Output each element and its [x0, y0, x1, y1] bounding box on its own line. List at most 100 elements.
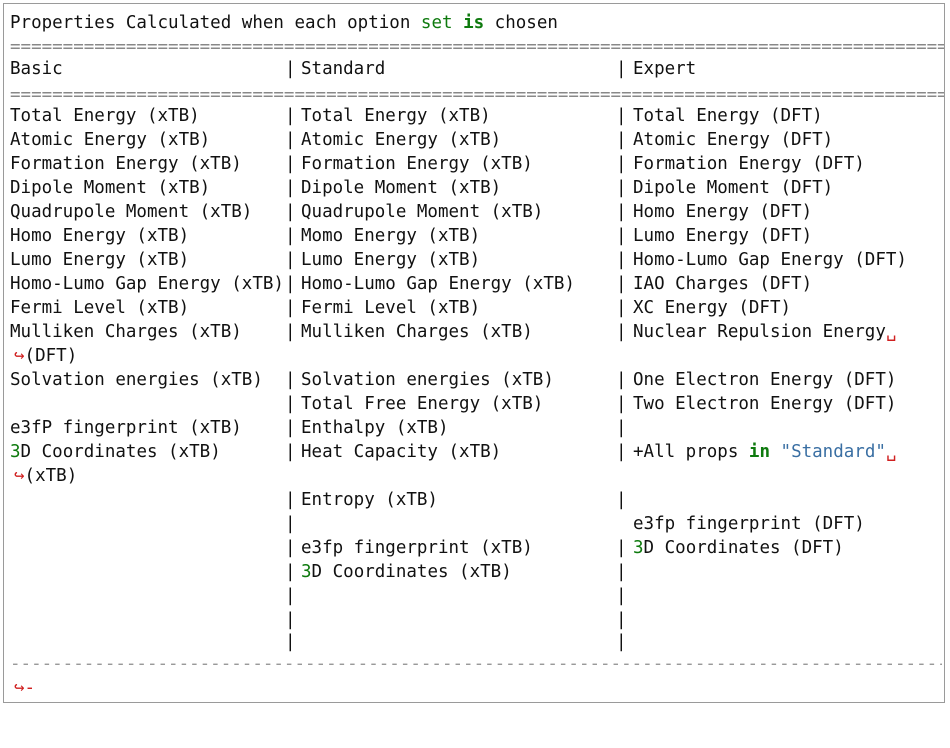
table-row: 3D Coordinates (xTB) | Heat Capacity (xT…: [4, 440, 944, 464]
column-separator: |: [616, 106, 627, 126]
cell-basic: Mulliken Charges (xTB): [10, 322, 242, 342]
line-wrap-marker: ␣: [885, 442, 897, 462]
code-block: Properties Calculated when each option s…: [3, 3, 945, 703]
table-row: Dipole Moment (xTB) | Dipole Moment (xTB…: [4, 176, 944, 200]
column-separator: |: [616, 130, 627, 150]
column-separator: |: [285, 632, 296, 652]
cell-basic: Lumo Energy (xTB): [10, 250, 190, 270]
cell-expert: Two Electron Energy (DFT): [633, 394, 897, 414]
cell-standard: Fermi Level (xTB): [301, 298, 481, 318]
cell-standard: Momo Energy (xTB): [301, 226, 481, 246]
cell-basic: (DFT): [24, 346, 78, 366]
column-separator: |: [616, 226, 627, 246]
cell-basic: Homo-Lumo Gap Energy (xTB): [10, 274, 284, 294]
header-row: Basic | Standard | Expert: [4, 57, 944, 81]
column-separator: |: [616, 632, 627, 652]
table-row: | Entropy (xTB) |: [4, 488, 944, 512]
cell-expert: Total Energy (DFT): [633, 106, 823, 126]
title-text: Properties Calculated when each option: [10, 13, 421, 33]
table-row: Total Energy (xTB) | Total Energy (xTB) …: [4, 104, 944, 128]
cell-expert: One Electron Energy (DFT): [633, 370, 897, 390]
cell-basic: Solvation energies (xTB): [10, 370, 263, 390]
cell-expert: Dipole Moment (DFT): [633, 178, 834, 198]
column-separator: |: [285, 442, 296, 462]
title-suffix: chosen: [484, 13, 558, 33]
column-separator: |: [616, 562, 627, 582]
column-separator: |: [616, 154, 627, 174]
column-separator: |: [285, 586, 296, 606]
column-separator: |: [616, 538, 627, 558]
column-separator: |: [285, 202, 296, 222]
cell-expert: Formation Energy (DFT): [633, 154, 865, 174]
column-separator: |: [285, 250, 296, 270]
dashed-rule-bottom: ----------------------------------------…: [10, 658, 942, 670]
table-row-continuation: ↪(xTB): [4, 464, 944, 488]
cell-standard: Dipole Moment (xTB): [301, 178, 502, 198]
numeral: 3: [301, 562, 312, 582]
cell-standard: Total Energy (xTB): [301, 106, 491, 126]
cell-standard: Atomic Energy (xTB): [301, 130, 502, 150]
table-row: | e3fp fingerprint (DFT): [4, 512, 944, 536]
numeral: 3: [633, 538, 644, 558]
keyword-set: set: [420, 13, 453, 33]
column-separator: |: [616, 322, 627, 342]
cell-standard: Quadrupole Moment (xTB): [301, 202, 544, 222]
column-separator: |: [616, 59, 627, 79]
cell-basic: Atomic Energy (xTB): [10, 130, 211, 150]
cell-standard: Solvation energies (xTB): [301, 370, 554, 390]
header-standard: Standard: [301, 59, 386, 79]
column-separator: |: [616, 250, 627, 270]
column-separator: |: [285, 322, 296, 342]
cell-standard: Lumo Energy (xTB): [301, 250, 481, 270]
table-row: e3fP fingerprint (xTB) | Enthalpy (xTB) …: [4, 416, 944, 440]
column-separator: |: [285, 154, 296, 174]
cell-basic: (xTB): [24, 466, 78, 486]
string-literal: "Standard": [780, 442, 886, 462]
cell-expert: Atomic Energy (DFT): [633, 130, 834, 150]
table-row: | Total Free Energy (xTB) | Two Electron…: [4, 392, 944, 416]
column-separator: |: [285, 370, 296, 390]
table-row: | |: [4, 630, 944, 654]
cell-standard: e3fp fingerprint (xTB): [301, 538, 533, 558]
column-separator: |: [285, 226, 296, 246]
double-rule-header: ========================================…: [10, 90, 944, 100]
cell-basic: Formation Energy (xTB): [10, 154, 242, 174]
cell-expert: Homo-Lumo Gap Energy (DFT): [633, 250, 907, 270]
double-rule-top: ========================================…: [10, 42, 944, 52]
column-separator: |: [616, 610, 627, 630]
column-separator: |: [285, 562, 296, 582]
column-separator: |: [285, 418, 296, 438]
column-separator: |: [285, 490, 296, 510]
line-wrap-marker: ␣: [885, 322, 897, 342]
column-separator: |: [616, 586, 627, 606]
cell-basic: D Coordinates (xTB): [20, 442, 221, 462]
column-separator: |: [285, 298, 296, 318]
table-row: Formation Energy (xTB) | Formation Energ…: [4, 152, 944, 176]
trailing-dash: -: [24, 678, 36, 698]
cell-basic: Dipole Moment (xTB): [10, 178, 211, 198]
table-row: | e3fp fingerprint (xTB) | 3D Coordinate…: [4, 536, 944, 560]
cell-basic: Homo Energy (xTB): [10, 226, 190, 246]
numeral: 3: [10, 442, 21, 462]
final-continuation: ↪-: [4, 676, 944, 700]
table-row: | |: [4, 584, 944, 608]
cell-standard: Total Free Energy (xTB): [301, 394, 544, 414]
cell-standard: Mulliken Charges (xTB): [301, 322, 533, 342]
column-separator: |: [616, 178, 627, 198]
cell-standard: D Coordinates (xTB): [311, 562, 512, 582]
header-basic: Basic: [10, 59, 63, 79]
cell-standard: Heat Capacity (xTB): [301, 442, 502, 462]
column-separator: |: [285, 106, 296, 126]
continuation-arrow-icon: ↪: [14, 346, 25, 366]
continuation-arrow-icon: ↪: [14, 678, 25, 698]
continuation-arrow-icon: ↪: [14, 466, 25, 486]
cell-basic: Quadrupole Moment (xTB): [10, 202, 253, 222]
cell-standard: Homo-Lumo Gap Energy (xTB): [301, 274, 575, 294]
cell-expert: e3fp fingerprint (DFT): [633, 514, 865, 534]
cell-expert: IAO Charges (DFT): [633, 274, 813, 294]
column-separator: |: [285, 130, 296, 150]
column-separator: |: [616, 418, 627, 438]
column-separator: |: [616, 370, 627, 390]
column-separator: |: [285, 538, 296, 558]
